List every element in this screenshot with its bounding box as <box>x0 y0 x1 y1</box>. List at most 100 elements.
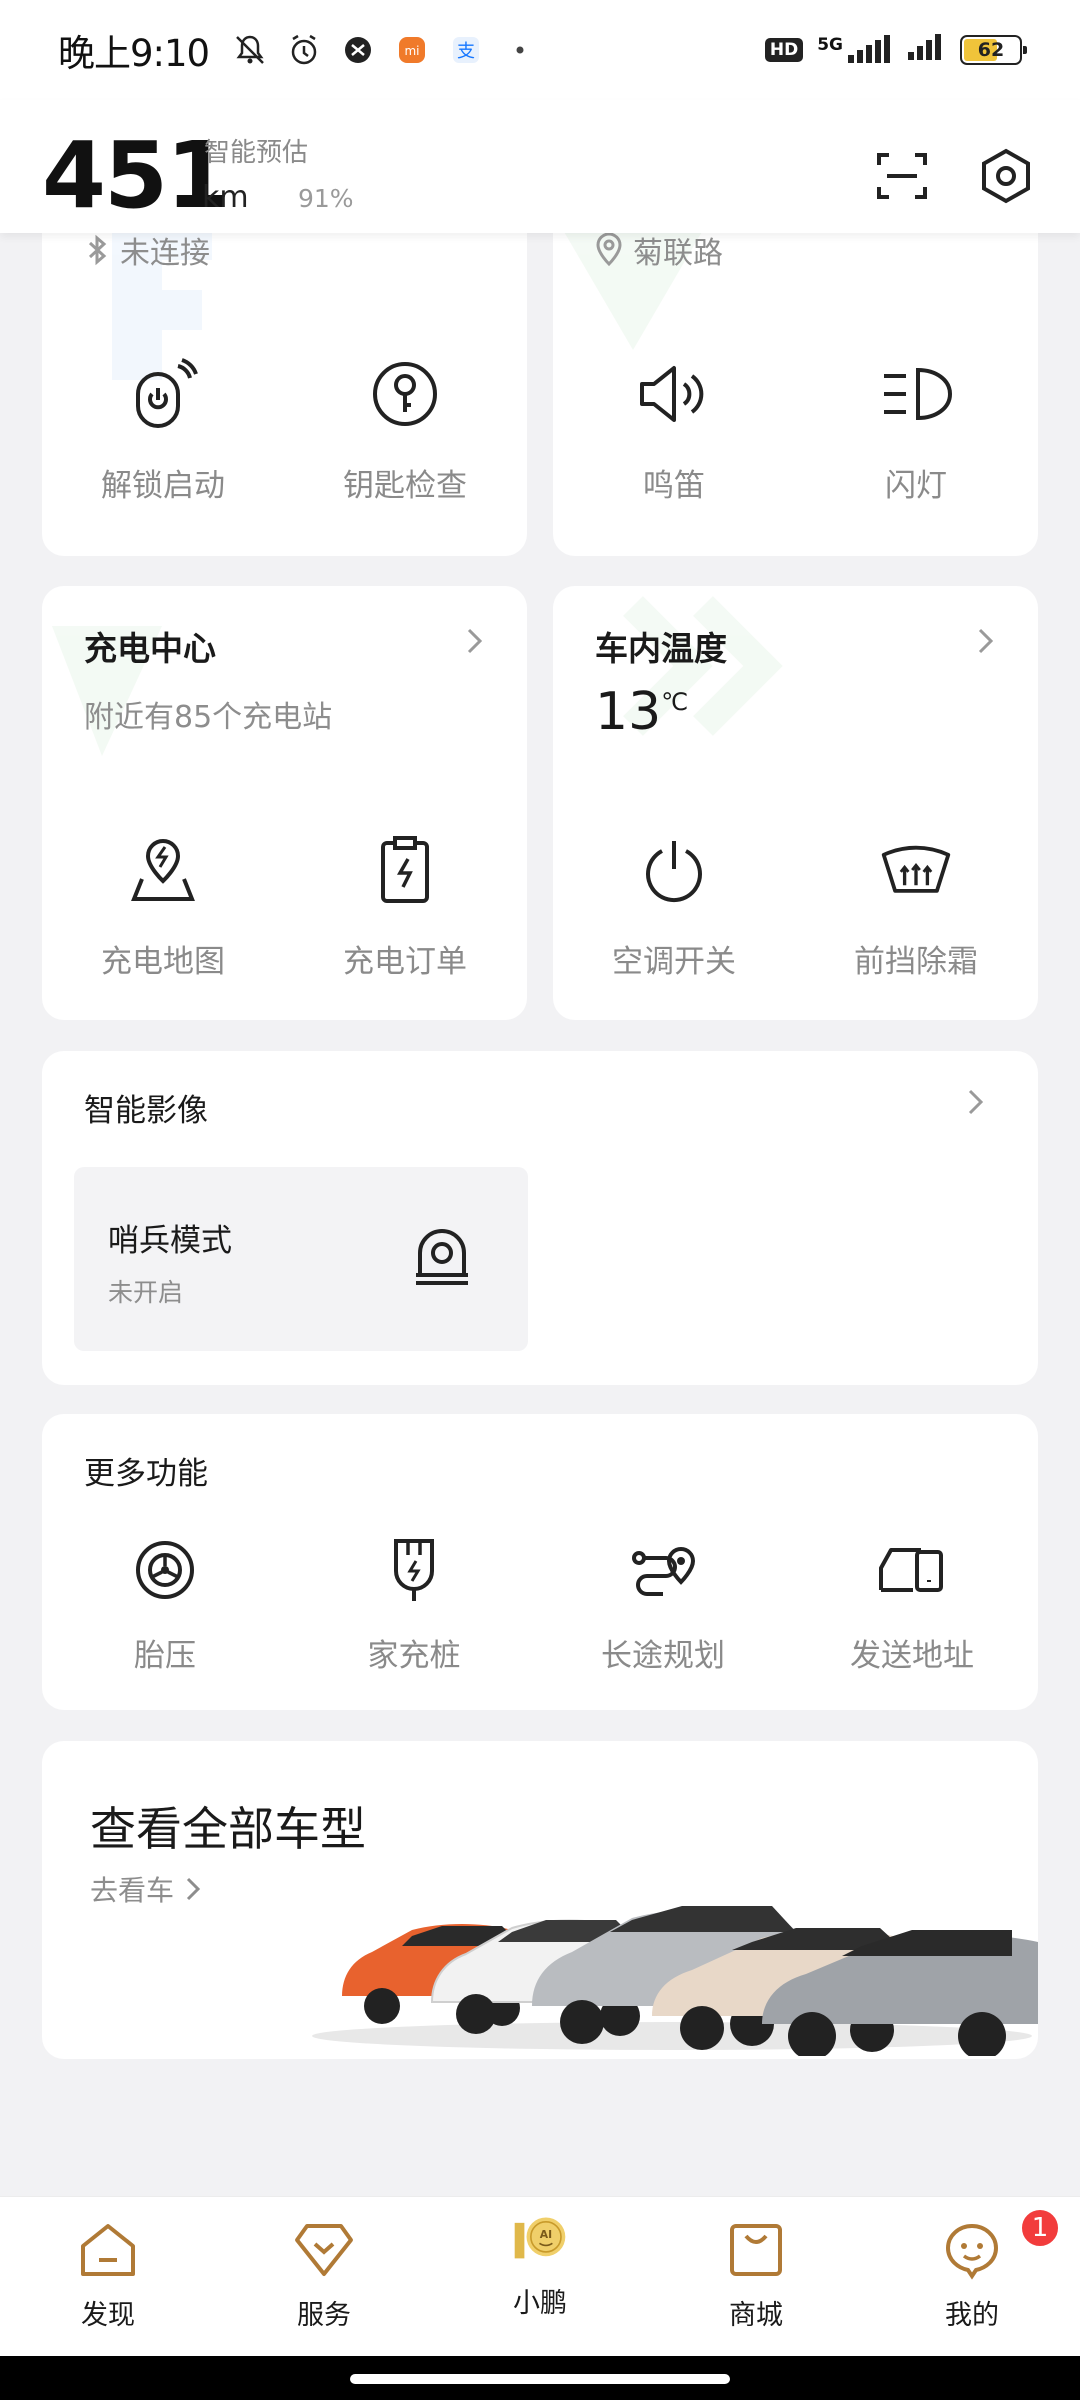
send-address-button[interactable]: 发送地址 <box>812 1532 1012 1675</box>
battery-percent: 91% <box>298 184 354 213</box>
flash-light-button[interactable]: 闪灯 <box>816 356 1016 505</box>
key-check-label: 钥匙检查 <box>343 468 467 504</box>
chevron-right-icon[interactable] <box>960 1087 990 1117</box>
chevron-right-icon[interactable] <box>459 626 489 656</box>
mi-icon: mi <box>395 33 429 67</box>
charging-map-icon <box>125 832 201 908</box>
horn-label: 鸣笛 <box>643 468 705 504</box>
ac-power-icon <box>636 832 712 908</box>
climate-title: 车内温度 <box>595 629 727 668</box>
status-right: HD 5G 62 <box>764 30 1027 71</box>
settings-icon[interactable] <box>976 146 1036 206</box>
route-plan-button[interactable]: 长途规划 <box>563 1532 763 1675</box>
bluetooth-label: 未连接 <box>120 236 210 271</box>
location-pin-icon <box>596 233 622 267</box>
range-header: 451 智能预估 km 91% <box>0 100 1080 233</box>
charging-subtitle: 附近有85个充电站 <box>84 700 333 735</box>
battery-text: 62 <box>977 39 1005 61</box>
tire-pressure-icon <box>127 1532 203 1608</box>
camera-icon <box>416 1229 468 1285</box>
signal-5g-icon: 5G <box>817 35 892 65</box>
defrost-icon <box>878 832 954 908</box>
unlock-start-button[interactable]: 解锁启动 <box>63 356 263 505</box>
route-plan-label: 长途规划 <box>601 1638 725 1674</box>
range-value: 451 <box>42 122 230 229</box>
system-nav-bar <box>0 2356 1080 2400</box>
bottom-tab-bar: 发现 服务 AI 小鹏 商城 1 我的 <box>0 2196 1080 2356</box>
chevron-right-icon <box>186 1877 201 1901</box>
tab-discover[interactable]: 发现 <box>38 2215 178 2332</box>
charging-card[interactable]: 充电中心 附近有85个充电站 充电地图 充电订单 <box>42 586 527 1020</box>
tab-xpeng[interactable]: AI 小鹏 <box>470 2215 610 2320</box>
key-check-button[interactable]: 钥匙检查 <box>305 356 505 505</box>
location-address: 菊联路 <box>633 236 723 271</box>
service-icon <box>289 2215 359 2285</box>
alipay-icon: 支 <box>449 33 483 67</box>
svg-text:支: 支 <box>457 41 475 62</box>
alarm-icon <box>287 33 321 67</box>
scan-icon[interactable] <box>872 146 932 206</box>
charging-order-button[interactable]: 充电订单 <box>305 832 505 981</box>
tab-profile-label: 我的 <box>945 2300 999 2331</box>
svg-text:AI: AI <box>540 2228 552 2241</box>
home-icon <box>73 2215 143 2285</box>
flash-light-icon <box>878 356 954 432</box>
charging-map-button[interactable]: 充电地图 <box>63 832 263 981</box>
home-charger-icon <box>376 1532 452 1608</box>
more-functions-title: 更多功能 <box>84 1456 208 1492</box>
defrost-label: 前挡除霜 <box>854 944 978 980</box>
flash-light-label: 闪灯 <box>885 468 947 504</box>
key-check-icon <box>367 356 443 432</box>
temperature-value: 13 <box>595 682 662 742</box>
view-cars-label: 去看车 <box>90 1874 175 1907</box>
signal-icon <box>906 30 946 71</box>
ai-logo-icon: AI <box>505 2193 575 2285</box>
tab-shop-label: 商城 <box>729 2300 783 2331</box>
tab-service-label: 服务 <box>297 2300 351 2331</box>
status-time: 晚上9:10 <box>58 32 210 75</box>
home-indicator[interactable] <box>350 2374 730 2384</box>
tire-pressure-button[interactable]: 胎压 <box>65 1532 265 1675</box>
profile-icon: 1 <box>937 2207 1061 2285</box>
imaging-card: 智能影像 哨兵模式 未开启 <box>42 1051 1038 1385</box>
sentry-title: 哨兵模式 <box>108 1223 232 1259</box>
chevron-right-icon[interactable] <box>970 626 1000 656</box>
imaging-title: 智能影像 <box>84 1093 208 1129</box>
route-plan-icon <box>625 1532 701 1608</box>
status-bar: 晚上9:10 mi 支 HD 5G 62 <box>0 0 1080 100</box>
tab-shop[interactable]: 商城 <box>686 2215 826 2332</box>
all-models-title: 查看全部车型 <box>90 1802 366 1856</box>
mute-icon <box>233 33 267 67</box>
charging-order-label: 充电订单 <box>343 944 467 980</box>
horn-icon <box>636 356 712 432</box>
ac-power-button[interactable]: 空调开关 <box>574 832 774 981</box>
more-functions-card: 更多功能 胎压 家充桩 长途规划 发送地址 <box>42 1414 1038 1710</box>
car-lineup-image <box>312 1906 1038 2056</box>
sentry-mode-tile[interactable]: 哨兵模式 未开启 <box>74 1167 528 1351</box>
battery-icon: 62 <box>960 35 1027 65</box>
send-address-label: 发送地址 <box>850 1638 974 1674</box>
view-cars-link[interactable]: 去看车 <box>90 1869 202 1909</box>
dot-icon <box>503 33 537 67</box>
tab-discover-label: 发现 <box>81 2300 135 2331</box>
unlock-start-icon <box>125 356 201 432</box>
tire-pressure-label: 胎压 <box>134 1638 196 1674</box>
horn-button[interactable]: 鸣笛 <box>574 356 774 505</box>
home-charger-button[interactable]: 家充桩 <box>314 1532 514 1675</box>
range-label: 智能预估 <box>204 138 309 168</box>
tab-xpeng-label: 小鹏 <box>513 2288 567 2319</box>
tab-service[interactable]: 服务 <box>254 2215 394 2332</box>
shop-icon <box>721 2215 791 2285</box>
climate-card[interactable]: 车内温度 13 ℃ 空调开关 前挡除霜 <box>553 586 1038 1020</box>
hd-badge: HD <box>764 38 804 62</box>
range-unit: km <box>202 180 249 215</box>
svg-text:mi: mi <box>405 44 420 58</box>
charging-map-label: 充电地图 <box>101 944 225 980</box>
vehicle-card: 未连接 解锁启动 钥匙检查 <box>42 180 527 556</box>
all-models-card[interactable]: 查看全部车型 去看车 <box>42 1741 1038 2059</box>
home-charger-label: 家充桩 <box>367 1638 461 1674</box>
tab-profile[interactable]: 1 我的 <box>902 2207 1061 2332</box>
defrost-button[interactable]: 前挡除霜 <box>816 832 1016 981</box>
location-card: 菊联路 鸣笛 闪灯 <box>553 180 1038 556</box>
temperature-readout: 13 ℃ <box>595 682 688 742</box>
